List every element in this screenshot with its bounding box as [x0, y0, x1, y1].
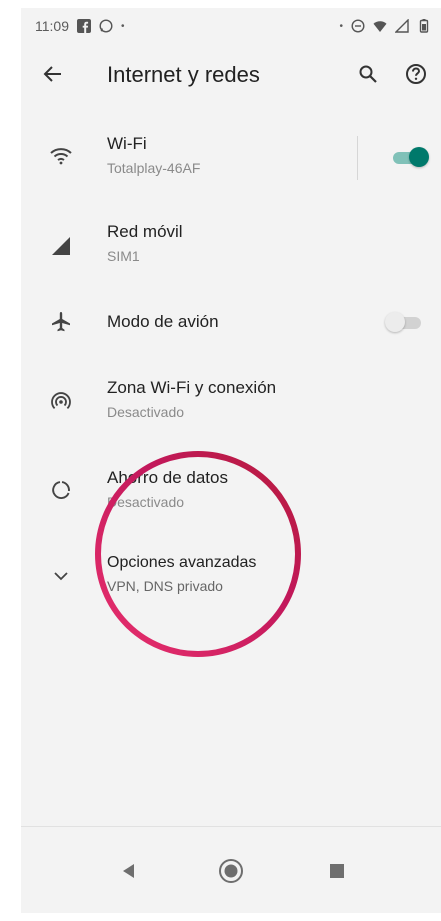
phone-screen: 11:09 • • Internet y redes Wi-Fi Totalpl…	[21, 8, 441, 913]
search-button[interactable]	[354, 60, 382, 88]
setting-data-saver[interactable]: Ahorro de datos Desactivado	[21, 462, 441, 542]
wifi-subtitle: Totalplay-46AF	[107, 160, 201, 176]
data-saver-icon	[47, 476, 75, 504]
status-bar: 11:09 • •	[21, 8, 441, 44]
do-not-disturb-icon	[351, 19, 365, 33]
navigation-bar	[21, 826, 441, 913]
setting-wifi[interactable]: Wi-Fi Totalplay-46AF	[21, 132, 441, 212]
setting-advanced-options[interactable]: Opciones avanzadas VPN, DNS privado	[21, 550, 441, 630]
chevron-down-icon	[47, 562, 75, 590]
nav-back-button[interactable]	[115, 857, 143, 885]
signal-icon	[395, 19, 409, 33]
wifi-toggle[interactable]	[389, 146, 429, 168]
airplane-mode-title: Modo de avión	[107, 312, 219, 331]
airplane-icon	[47, 308, 75, 336]
data-saver-subtitle: Desactivado	[107, 494, 185, 510]
advanced-options-title: Opciones avanzadas	[107, 554, 257, 571]
whatsapp-icon	[99, 19, 113, 33]
wifi-icon	[47, 142, 75, 170]
arrow-back-icon	[43, 66, 61, 82]
help-button[interactable]	[402, 60, 430, 88]
mobile-network-subtitle: SIM1	[107, 248, 140, 264]
signal-icon	[47, 232, 75, 260]
hotspot-icon	[47, 388, 75, 416]
app-bar: Internet y redes	[21, 44, 441, 104]
wifi-icon	[373, 21, 387, 32]
triangle-back-icon	[123, 864, 134, 878]
notification-dot-icon: •	[121, 20, 125, 32]
setting-hotspot[interactable]: Zona Wi-Fi y conexión Desactivado	[21, 374, 441, 454]
nav-home-button[interactable]	[217, 857, 245, 885]
page-title: Internet y redes	[107, 62, 260, 87]
help-icon	[406, 64, 426, 84]
advanced-options-subtitle: VPN, DNS privado	[107, 578, 223, 594]
square-recents-icon	[330, 864, 344, 878]
hotspot-subtitle: Desactivado	[107, 404, 185, 420]
back-button[interactable]	[39, 60, 67, 88]
nav-recents-button[interactable]	[323, 857, 351, 885]
battery-icon	[419, 19, 429, 33]
divider	[357, 136, 358, 180]
dot-icon: •	[339, 20, 343, 32]
mobile-network-title: Red móvil	[107, 222, 183, 241]
wifi-title: Wi-Fi	[107, 134, 147, 153]
data-saver-title: Ahorro de datos	[107, 468, 228, 487]
home-circle-icon	[219, 859, 243, 883]
hotspot-title: Zona Wi-Fi y conexión	[107, 378, 277, 397]
search-icon	[359, 65, 377, 83]
status-time: 11:09	[35, 18, 69, 34]
airplane-mode-toggle[interactable]	[385, 311, 425, 333]
facebook-icon	[77, 19, 91, 33]
setting-mobile-network[interactable]: Red móvil SIM1	[21, 220, 441, 300]
